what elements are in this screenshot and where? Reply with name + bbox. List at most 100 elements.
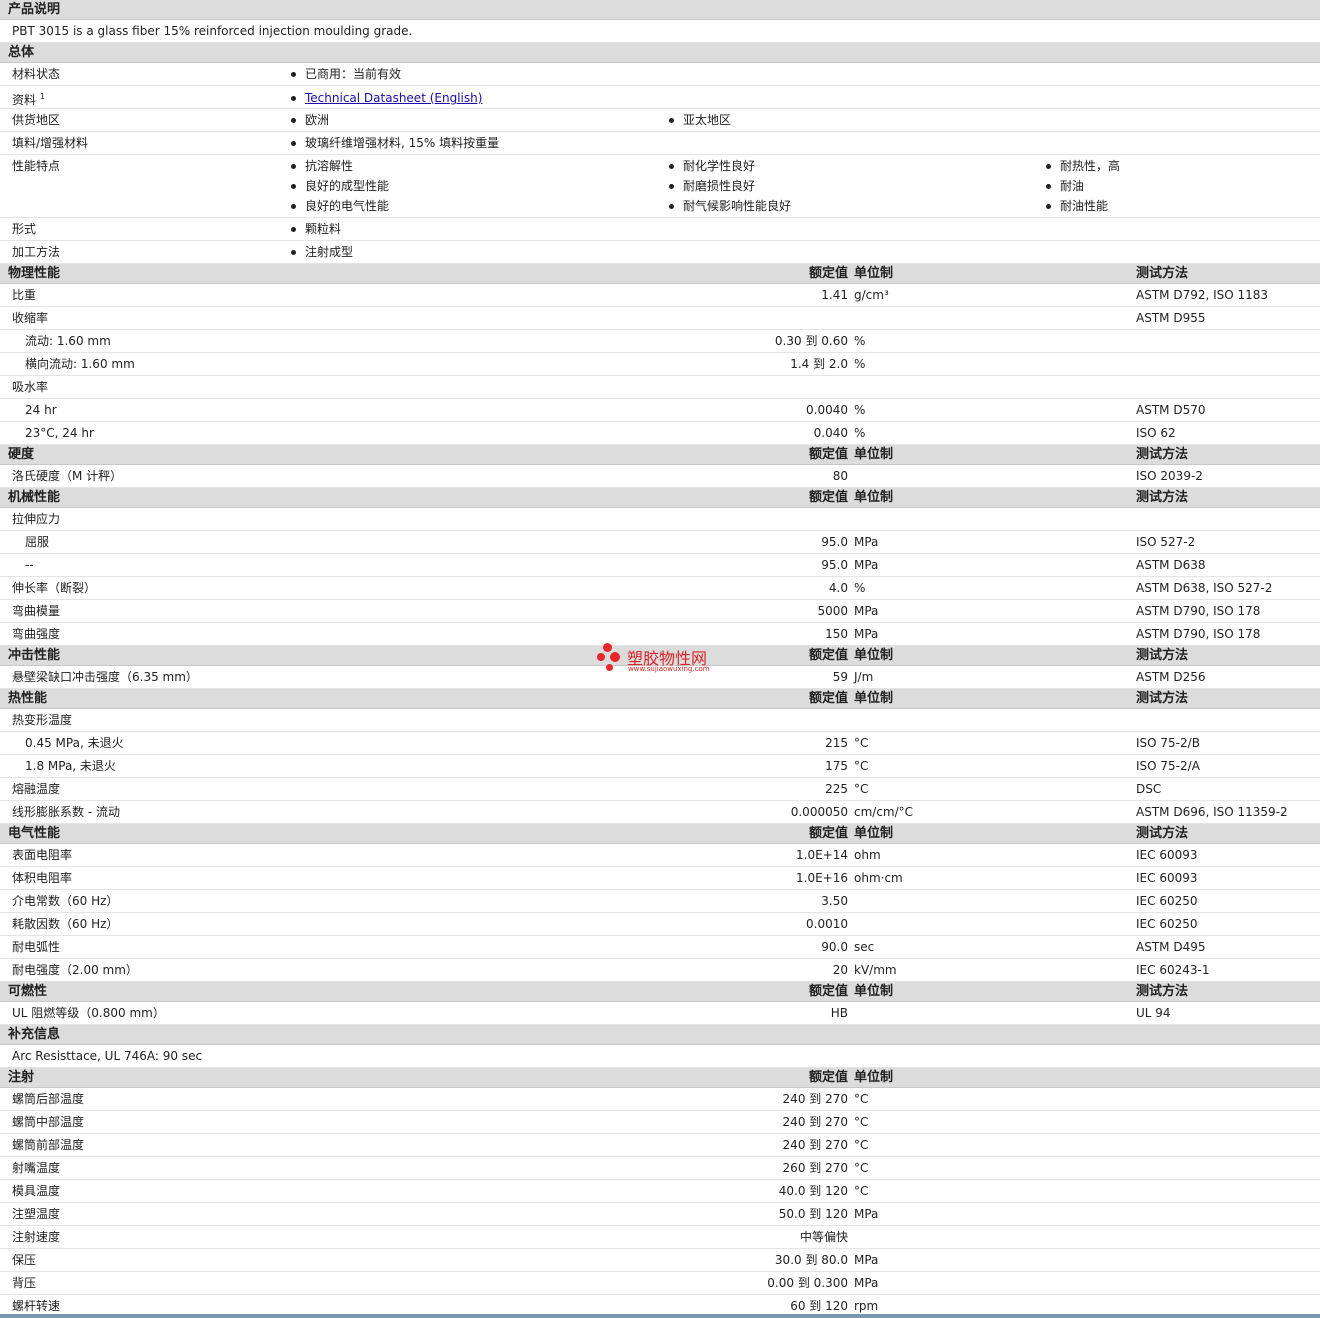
- property-unit: MPa: [854, 1276, 879, 1290]
- filler-value: 玻璃纤维增强材料, 15% 填料按重量: [290, 133, 499, 153]
- property-label: 线形膨胀系数 - 流动: [12, 805, 120, 819]
- feature-item: 良好的成型性能: [290, 176, 389, 196]
- feature-item: 耐油: [1045, 176, 1084, 196]
- column-header-value: 额定值: [808, 266, 848, 281]
- property-label: 螺筒后部温度: [12, 1092, 85, 1106]
- property-label: 弯曲强度: [12, 627, 61, 641]
- table-row: 注射速度 中等偏快: [0, 1226, 1320, 1249]
- property-value: 0.0010: [806, 917, 848, 931]
- technical-datasheet-link[interactable]: Technical Datasheet (English): [290, 88, 482, 108]
- table-row: 射嘴温度 260 到 270 °C: [0, 1157, 1320, 1180]
- property-label: 收缩率: [12, 311, 49, 325]
- table-row: 弯曲强度 150 MPa ASTM D790, ISO 178: [0, 623, 1320, 646]
- property-value: 40.0 到 120: [778, 1184, 848, 1198]
- property-unit: °C: [854, 759, 869, 773]
- feature-item: 耐化学性良好: [668, 156, 755, 176]
- property-method: ISO 75-2/A: [1136, 759, 1200, 773]
- section-title: 硬度: [8, 447, 35, 462]
- table-row: 螺筒前部温度 240 到 270 °C: [0, 1134, 1320, 1157]
- footnote-marker: 1: [39, 92, 45, 101]
- property-method: ASTM D570: [1136, 403, 1206, 417]
- table-row: 吸水率: [0, 376, 1320, 399]
- property-method: ASTM D638, ISO 527-2: [1136, 581, 1273, 595]
- property-unit: °C: [854, 1138, 869, 1152]
- table-row: 线形膨胀系数 - 流动 0.000050 cm/cm/°C ASTM D696, IS…: [0, 801, 1320, 824]
- section-title: 总体: [8, 45, 35, 60]
- column-header-method: 测试方法: [1136, 447, 1189, 462]
- material-status-value: 已商用：当前有效: [290, 64, 401, 84]
- property-value: 5000: [817, 604, 848, 618]
- property-unit: °C: [854, 1115, 869, 1129]
- datasheet-label: 资料 1: [12, 86, 45, 111]
- column-header-value: 额定值: [808, 447, 848, 462]
- property-label: 悬壁梁缺口冲击强度（6.35 mm）: [12, 670, 198, 684]
- table-row: 注塑温度 50.0 到 120 MPa: [0, 1203, 1320, 1226]
- property-unit: MPa: [854, 627, 879, 641]
- column-header-method: 测试方法: [1136, 691, 1189, 706]
- property-method: IEC 60250: [1136, 917, 1198, 931]
- supply-region-row: 供货地区 欧洲 亚太地区: [0, 109, 1320, 132]
- property-method: IEC 60243-1: [1136, 963, 1210, 977]
- property-value: 95.0: [821, 535, 848, 549]
- property-label: 拉伸应力: [12, 512, 61, 526]
- property-label: 保压: [12, 1253, 37, 1267]
- table-row: 热变形温度: [0, 709, 1320, 732]
- property-unit: °C: [854, 782, 869, 796]
- section-header: 注射 额定值 单位制: [0, 1068, 1320, 1088]
- property-unit: J/m: [854, 670, 874, 684]
- property-unit: g/cm³: [854, 288, 889, 302]
- property-value: 150: [825, 627, 848, 641]
- property-value: 0.000050: [790, 805, 848, 819]
- property-label: 流动: 1.60 mm: [25, 334, 111, 348]
- property-label: 弯曲模量: [12, 604, 61, 618]
- property-method: ASTM D790, ISO 178: [1136, 627, 1261, 641]
- process-label: 加工方法: [12, 245, 61, 259]
- property-label: 耗散因数（60 Hz）: [12, 917, 119, 931]
- feature-item: 耐磨损性良好: [668, 176, 755, 196]
- property-value: 59: [832, 670, 848, 684]
- property-method: IEC 60250: [1136, 894, 1198, 908]
- property-label: 表面电阻率: [12, 848, 73, 862]
- property-value: 1.41: [821, 288, 848, 302]
- property-value: 1.0E+16: [796, 871, 848, 885]
- property-unit: %: [854, 357, 866, 371]
- property-unit: MPa: [854, 558, 879, 572]
- material-status-row: 材料状态 已商用：当前有效: [0, 63, 1320, 86]
- column-header-method: 测试方法: [1136, 984, 1189, 999]
- property-unit: °C: [854, 1184, 869, 1198]
- section-title: 补充信息: [8, 1027, 61, 1042]
- property-label: 熔融温度: [12, 782, 61, 796]
- property-method: DSC: [1136, 782, 1162, 796]
- column-header-unit: 单位制: [854, 447, 894, 462]
- table-row: 比重 1.41 g/cm³ ASTM D792, ISO 1183: [0, 284, 1320, 307]
- table-row: 耐电弧性 90.0 sec ASTM D495: [0, 936, 1320, 959]
- form-row: 形式 颗粒料: [0, 218, 1320, 241]
- property-unit: sec: [854, 940, 875, 954]
- bottom-scrollbar[interactable]: [0, 1314, 1320, 1318]
- property-unit: ohm: [854, 848, 881, 862]
- table-row: 伸长率（断裂） 4.0% ASTM D638, ISO 527-2: [0, 577, 1320, 600]
- property-label: 体积电阻率: [12, 871, 73, 885]
- column-header-method: 测试方法: [1136, 266, 1189, 281]
- property-label: 0.45 MPa, 未退火: [25, 736, 124, 750]
- property-label: 洛氏硬度（M 计秤）: [12, 469, 123, 483]
- table-row: 模具温度 40.0 到 120 °C: [0, 1180, 1320, 1203]
- table-row: -- 95.0 MPa ASTM D638: [0, 554, 1320, 577]
- table-row: 螺筒后部温度 240 到 270 °C: [0, 1088, 1320, 1111]
- material-status-label: 材料状态: [12, 67, 61, 81]
- table-row: 1.8 MPa, 未退火 175 °C ISO 75-2/A: [0, 755, 1320, 778]
- property-value: 90.0: [821, 940, 848, 954]
- property-unit: %: [854, 426, 866, 440]
- property-value: 175: [825, 759, 848, 773]
- section-header: 物理性能 额定值 单位制 测试方法: [0, 264, 1320, 284]
- table-row: UL 阻燃等级（0.800 mm） HB UL 94: [0, 1002, 1320, 1025]
- table-row: 洛氏硬度（M 计秤） 80 ISO 2039-2: [0, 465, 1320, 488]
- table-row: 保压 30.0 到 80.0 MPa: [0, 1249, 1320, 1272]
- section-header-general: 总体: [0, 43, 1320, 63]
- column-header-unit: 单位制: [854, 490, 894, 505]
- property-label: 23°C, 24 hr: [25, 426, 94, 440]
- column-header-value: 额定值: [808, 691, 848, 706]
- section-title: 电气性能: [8, 826, 61, 841]
- property-value: 240 到 270: [782, 1092, 848, 1106]
- property-value: 30.0 到 80.0: [774, 1253, 848, 1267]
